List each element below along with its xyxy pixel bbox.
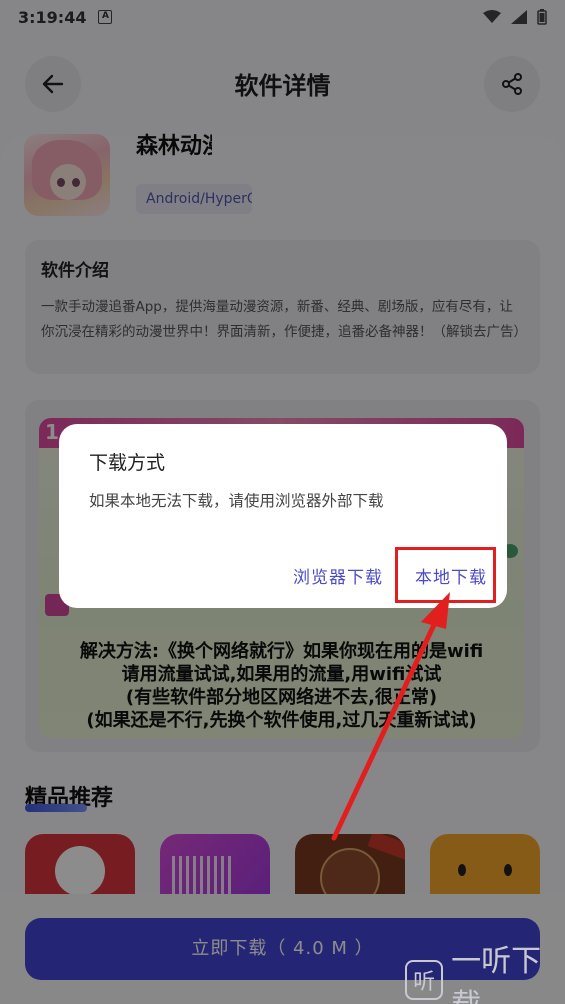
watermark-logo: 听 (405, 960, 444, 1000)
watermark: 听 一听下载 (405, 944, 565, 1004)
browser-download-button[interactable]: 浏览器下载 (293, 563, 383, 588)
dialog-title: 下载方式 (89, 452, 166, 474)
highlight-box (395, 547, 496, 603)
dialog-message: 如果本地无法下载，请使用浏览器外部下载 (89, 492, 384, 510)
watermark-text: 一听下载 (451, 944, 542, 1004)
